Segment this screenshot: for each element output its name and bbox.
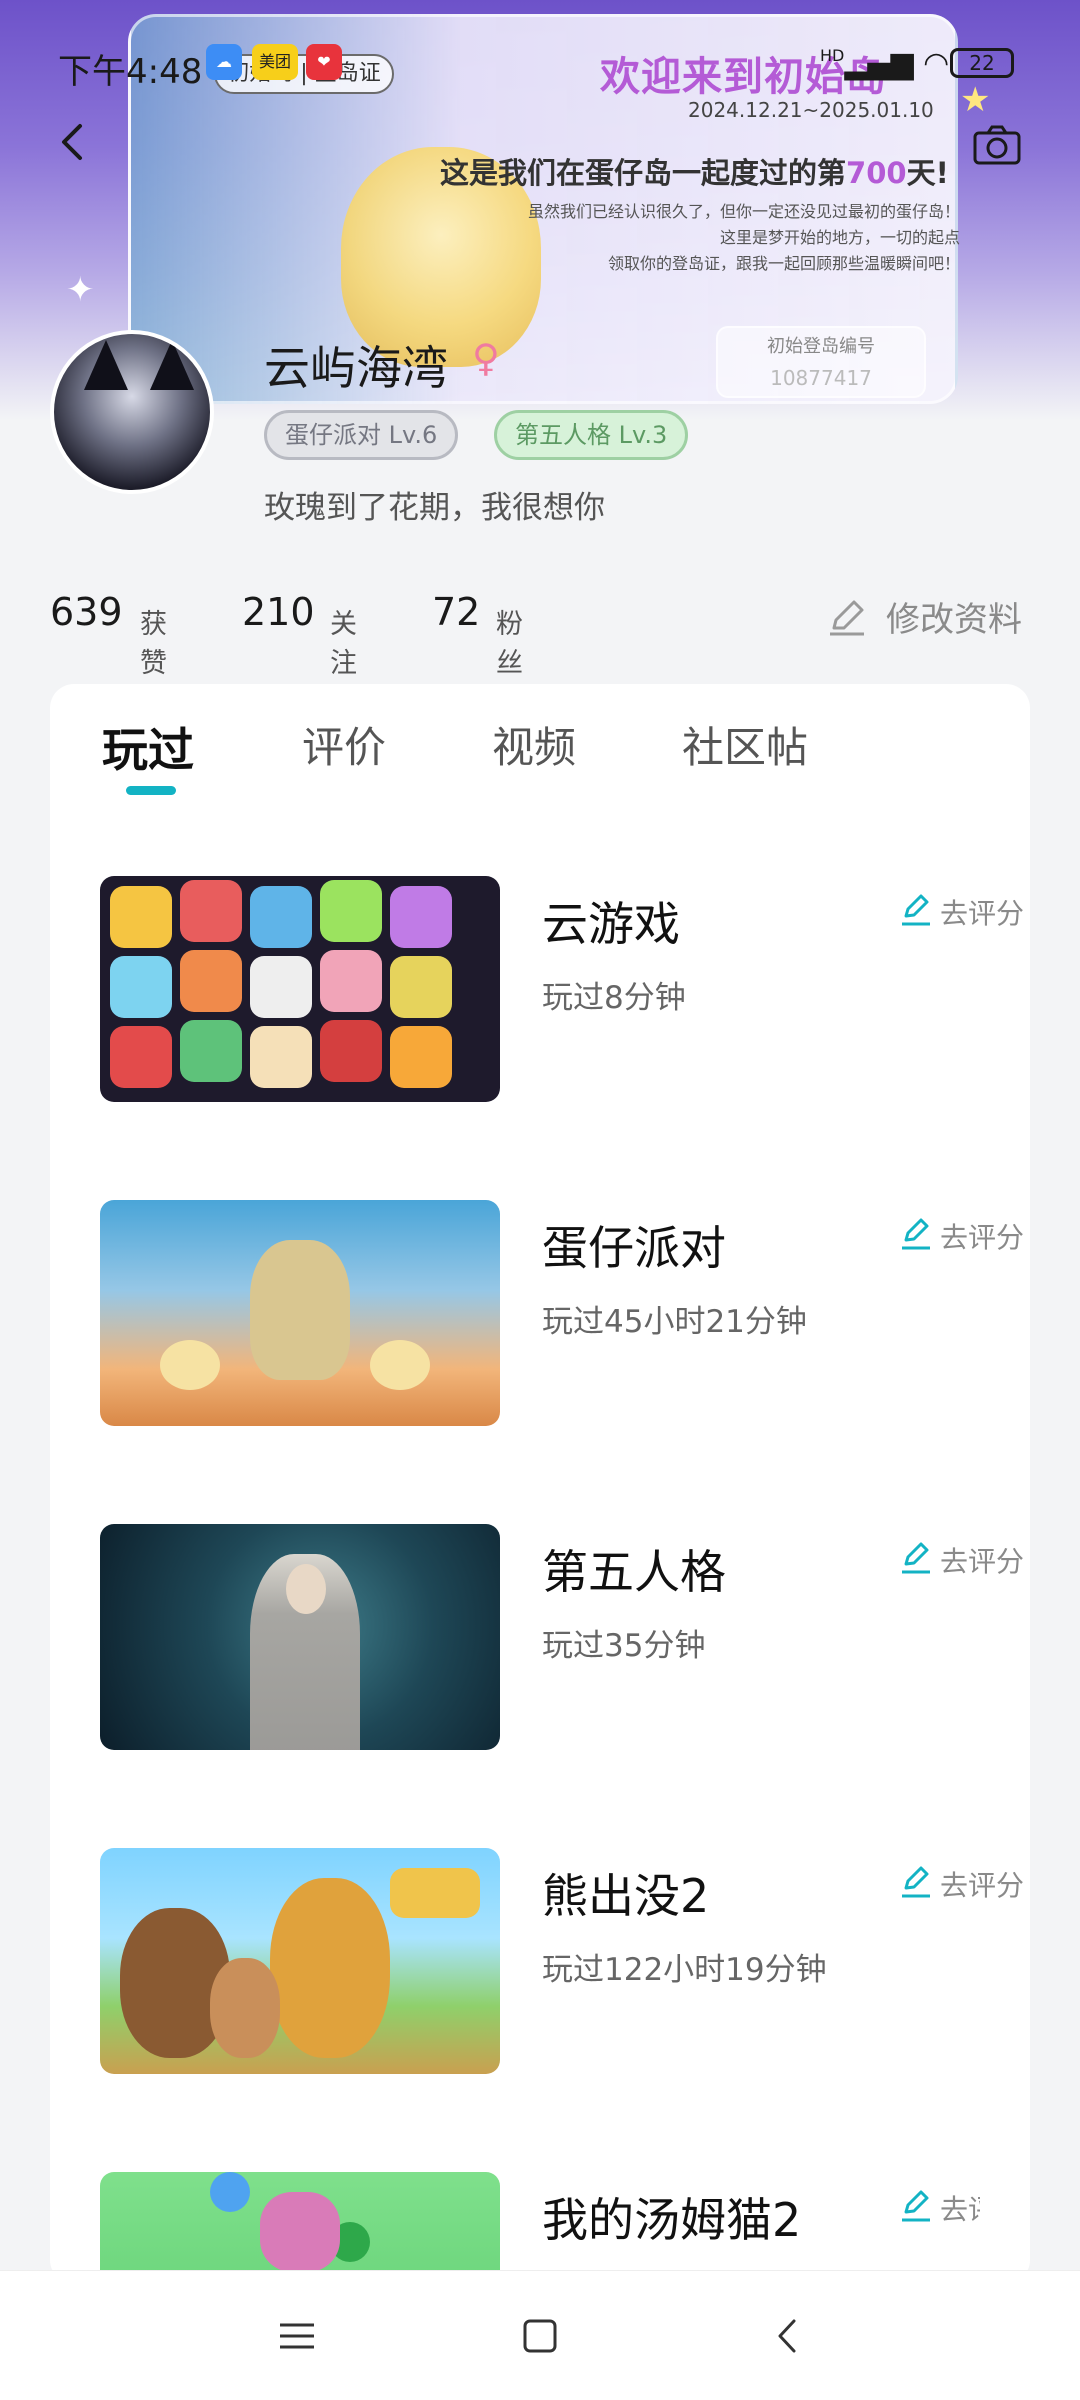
back-arrow-icon	[778, 2319, 796, 2353]
meituan-app-icon: 美团	[252, 44, 298, 80]
rate-pencil-icon	[902, 1218, 930, 1250]
tab-reviews[interactable]: 评价	[302, 714, 386, 775]
menu-button[interactable]	[272, 2311, 322, 2361]
game-thumbnail[interactable]	[100, 2172, 500, 2272]
banner-note: 虽然我们已经认识很久了，但你一定还没见过最初的蛋仔岛！	[527, 202, 960, 221]
game-playtime: 玩过8分钟	[542, 980, 686, 1016]
rate-button[interactable]: 去评分	[900, 1214, 1050, 1254]
content-card: 玩过 评价 视频 社区帖 云游戏 玩过8分钟 去评分 蛋仔派对 玩过45小时21…	[50, 684, 1030, 2284]
days-value: 700	[846, 156, 907, 190]
game-playtime: 玩过122小时19分钟	[542, 1952, 827, 1988]
game-thumbnail[interactable]	[100, 1848, 500, 2074]
rate-pencil-icon	[902, 1866, 930, 1898]
back-arrow-icon	[62, 124, 82, 160]
list-item[interactable]: 蛋仔派对 玩过45小时21分钟 去评分	[100, 1200, 1024, 1426]
following-count[interactable]: 210	[242, 590, 315, 634]
likes-label[interactable]: 获赞	[140, 602, 167, 680]
camera-icon	[973, 125, 1021, 165]
bio: 玫瑰到了花期，我很想你	[264, 490, 605, 526]
pencil-icon	[830, 600, 864, 636]
heart-app-icon: ❤	[306, 44, 342, 80]
nav-back-button[interactable]	[762, 2311, 812, 2361]
game-level-tag[interactable]: 蛋仔派对 Lv.6	[264, 410, 459, 460]
list-item[interactable]: 熊出没2 玩过122小时19分钟 去评分	[100, 1848, 1024, 2074]
rate-button[interactable]: 去评分	[900, 1862, 1050, 1902]
game-name[interactable]: 蛋仔派对	[542, 1212, 726, 1278]
game-name[interactable]: 熊出没2	[542, 1860, 709, 1926]
list-item[interactable]: 第五人格 玩过35分钟 去评分	[100, 1524, 1024, 1750]
tab-played[interactable]: 玩过	[102, 714, 194, 780]
banner-id-box: 初始登岛编号 10877417	[716, 326, 926, 398]
signal-wifi-icon: HD▂▄▆ ◠	[820, 46, 950, 81]
banner-days: 这是我们在蛋仔岛一起度过的第700天!	[440, 150, 949, 192]
game-name[interactable]: 云游戏	[542, 888, 680, 954]
system-nav-bar	[0, 2270, 1080, 2400]
rate-pencil-icon	[902, 2190, 930, 2222]
cloud-app-icon: ☁	[206, 44, 242, 80]
banner-note: 领取你的登岛证，跟我一起回顾那些温暖瞬间吧！	[607, 254, 960, 273]
rate-button[interactable]: 去评分	[900, 1538, 1050, 1578]
followers-label[interactable]: 粉丝	[496, 602, 523, 680]
rate-label: 去评分	[940, 1869, 1025, 1902]
banner-id-label: 初始登岛编号	[767, 336, 875, 357]
game-thumbnail[interactable]	[100, 1200, 500, 1426]
list-item[interactable]: 我的汤姆猫2 去评分	[100, 2172, 980, 2272]
rate-button[interactable]: 去评分	[900, 2186, 980, 2226]
banner-date: 2024.12.21~2025.01.10	[688, 98, 934, 122]
avatar-ear	[150, 340, 194, 390]
rate-label: 去评分	[940, 1221, 1025, 1254]
status-time: 下午4:48	[58, 52, 203, 92]
rate-pencil-icon	[902, 894, 930, 926]
following-label[interactable]: 关注	[330, 602, 357, 680]
edit-profile-label: 修改资料	[886, 600, 1022, 640]
banner-id-value: 10877417	[770, 366, 872, 390]
game-thumbnail[interactable]	[100, 1524, 500, 1750]
status-bar: 下午4:48 ☁ 美团 ❤ HD▂▄▆ ◠ 22	[0, 40, 1080, 92]
rate-label: 去评分	[940, 897, 1025, 930]
likes-count[interactable]: 639	[50, 590, 123, 634]
rate-label: 去评分	[940, 1545, 1025, 1578]
tab-indicator	[126, 786, 176, 795]
followers-count[interactable]: 72	[432, 590, 480, 634]
back-button[interactable]	[50, 118, 98, 166]
username: 云屿海湾	[264, 341, 448, 395]
tab-community-posts[interactable]: 社区帖	[682, 714, 808, 775]
sparkle-icon: ✦	[66, 270, 95, 310]
days-suffix: 天!	[906, 156, 949, 190]
game-name[interactable]: 我的汤姆猫2	[542, 2184, 801, 2250]
avatar-ear	[84, 340, 128, 390]
home-button[interactable]	[515, 2311, 565, 2361]
game-playtime: 玩过35分钟	[542, 1628, 706, 1664]
days-prefix: 这是我们在蛋仔岛一起度过的第	[440, 156, 847, 190]
tab-videos[interactable]: 视频	[492, 714, 576, 775]
avatar[interactable]	[50, 330, 214, 494]
menu-icon	[280, 2323, 314, 2349]
rate-button[interactable]: 去评分	[900, 890, 1050, 930]
camera-button[interactable]	[972, 124, 1022, 166]
game-name[interactable]: 第五人格	[542, 1536, 726, 1602]
rate-pencil-icon	[902, 1542, 930, 1574]
battery-icon: 22	[950, 48, 1014, 78]
game-level-tag[interactable]: 第五人格 Lv.3	[494, 410, 689, 460]
game-thumbnail[interactable]	[100, 876, 500, 1102]
banner-note: 这里是梦开始的地方，一切的起点	[719, 228, 960, 247]
game-playtime: 玩过45小时21分钟	[542, 1304, 807, 1340]
list-item[interactable]: 云游戏 玩过8分钟 去评分	[100, 876, 1024, 1102]
rate-label: 去评分	[940, 2193, 980, 2226]
female-icon: ♀	[472, 336, 500, 380]
home-icon	[523, 2319, 557, 2353]
